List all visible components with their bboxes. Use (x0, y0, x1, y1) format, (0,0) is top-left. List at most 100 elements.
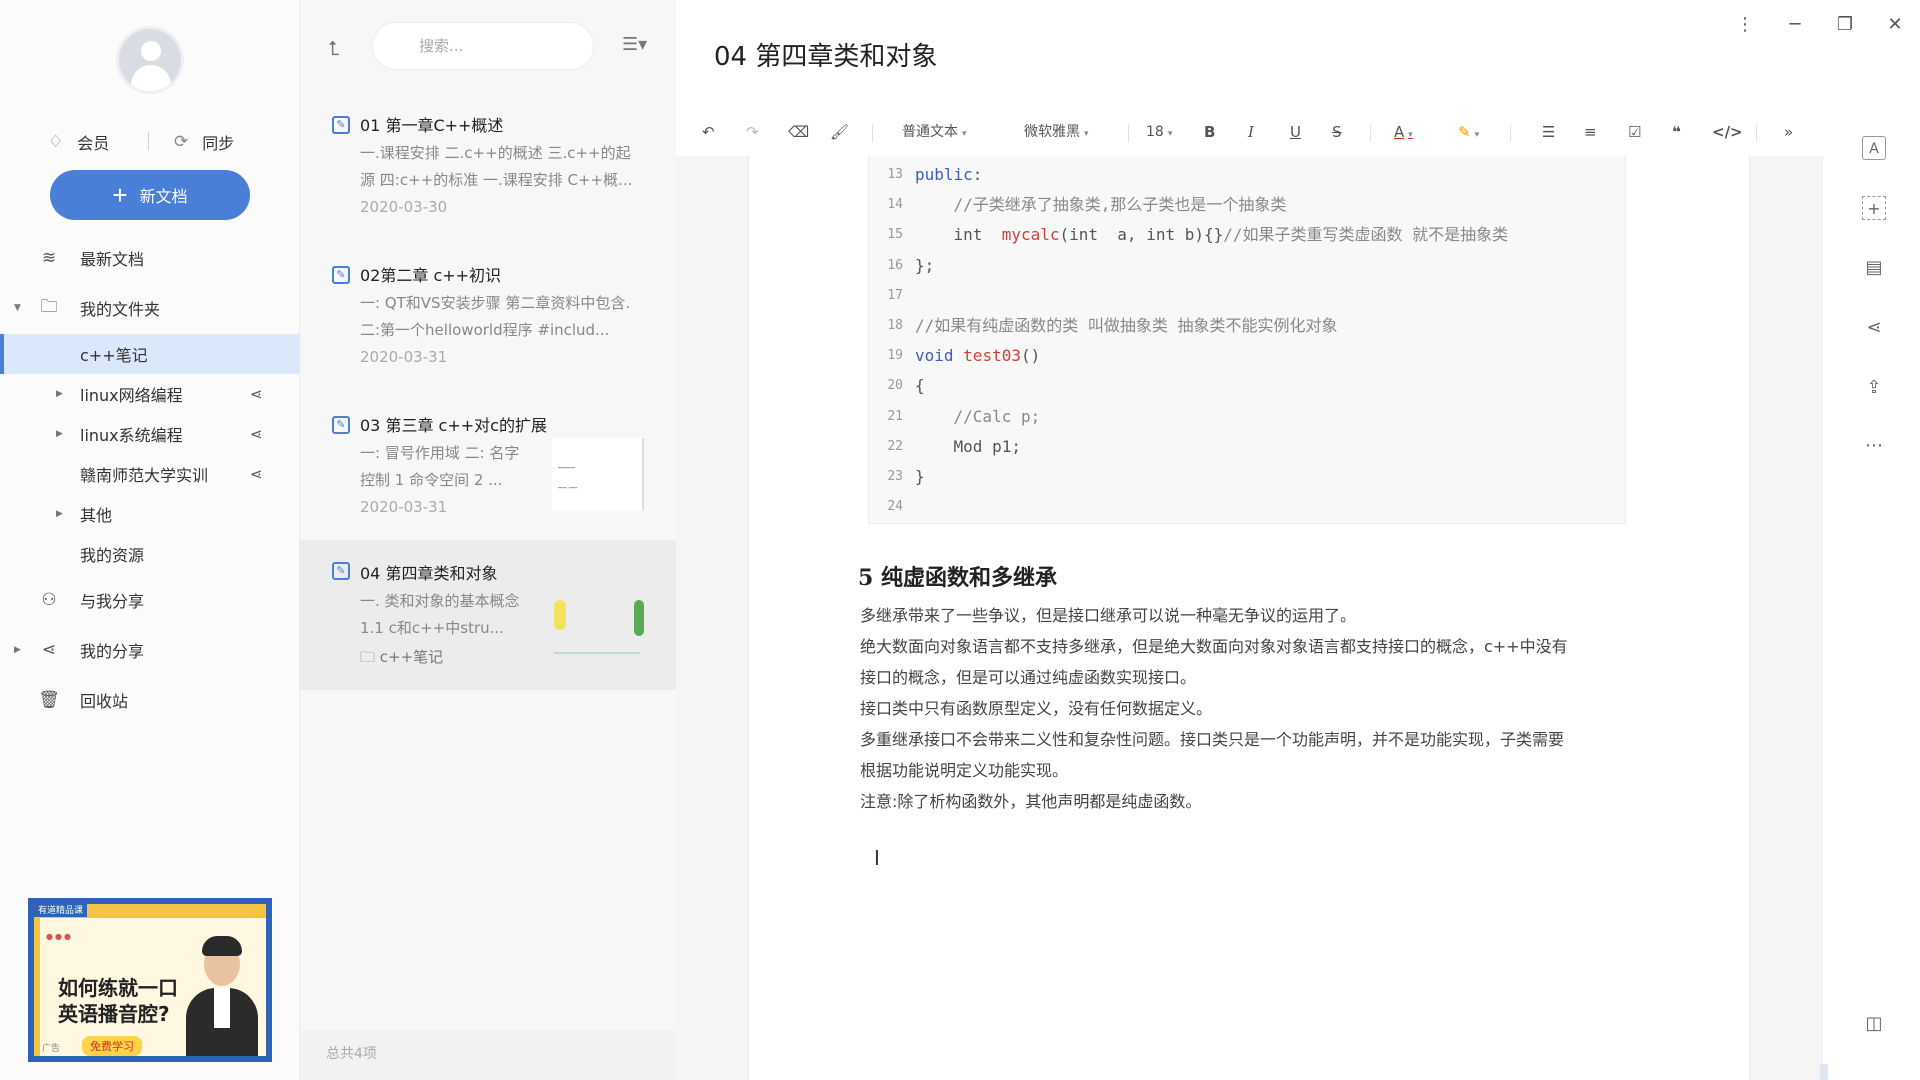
more-vertical-icon[interactable]: ⋮ (1730, 10, 1760, 40)
sidebar-item-shared-with-me[interactable]: ⚇ 与我分享 (0, 580, 300, 620)
sidebar-item-label: c++笔记 (80, 346, 148, 365)
caret-right-icon[interactable]: ▶ (56, 429, 63, 439)
note-thumbnail (552, 590, 644, 662)
sidebar-item-my-folder[interactable]: ▼ 🗀 我的文件夹 (0, 288, 300, 328)
note-icon: ✎ (332, 116, 350, 134)
font-size-select[interactable]: 18 ▾ (1146, 112, 1172, 152)
note-folder: 🗀 c++笔记 (360, 646, 443, 672)
paragraph[interactable]: 多继承带来了一些争议，但是接口继承可以说一种毫无争议的运用了。 (860, 602, 1356, 626)
line-number: 17 (887, 287, 903, 303)
font-color-icon[interactable]: A ▾ (1394, 112, 1413, 152)
document-title[interactable]: 04 第四章类和对象 (714, 36, 937, 73)
paragraph[interactable]: 绝大数面向对象语言都不支持多继承，但是绝大数面向对象对象语言都支持接口的概念，c… (860, 633, 1568, 657)
code-text: { (915, 376, 925, 396)
caret-down-icon[interactable]: ▼ (14, 303, 21, 313)
line-number: 19 (887, 348, 903, 364)
sidebar-item-gnnu[interactable]: 赣南师范大学实训 ⋖ (0, 454, 300, 494)
sidebar-item-trash[interactable]: 🗑 回收站 (0, 680, 300, 720)
paragraph[interactable]: 注意:除了析构函数外，其他声明都是纯虚函数。 (860, 788, 1201, 812)
export-icon[interactable]: ⇪ (1862, 376, 1886, 400)
font-family-select[interactable]: 微软雅黑 ▾ (1024, 112, 1089, 152)
code-text: //Calc p; (953, 406, 1041, 426)
toolbar-divider (872, 124, 873, 142)
sidebar-toggle-icon[interactable]: ◫ (1862, 1012, 1886, 1036)
line-number: 13 (887, 167, 903, 182)
underline-icon[interactable]: U (1290, 112, 1301, 152)
paragraph[interactable]: 接口类中只有函数原型定义，没有任何数据定义。 (860, 695, 1212, 719)
undo-icon[interactable]: ↶ (702, 112, 715, 152)
sidebar-item-my-resources[interactable]: 我的资源 (0, 534, 300, 574)
highlight-icon[interactable]: ✎ ▾ (1458, 112, 1479, 152)
bullet-list-icon[interactable]: ☰ (1542, 112, 1555, 152)
italic-icon[interactable]: I (1248, 112, 1254, 152)
restore-icon[interactable]: ❐ (1830, 10, 1860, 40)
redo-icon[interactable]: ↷ (746, 112, 759, 152)
text-format-icon[interactable]: A (1862, 136, 1886, 160)
bold-icon[interactable]: B (1204, 112, 1215, 152)
folder-icon: 🗀 (40, 296, 58, 317)
chevron-down-icon: ▾ (1167, 129, 1173, 139)
paragraph[interactable]: 根据功能说明定义功能实现。 (860, 757, 1068, 781)
strikethrough-icon[interactable]: S (1332, 112, 1342, 152)
list-item[interactable]: ✎ 01 第一章C++概述 一.课程安排 二.c++的概述 三.c++的起源 四… (300, 100, 676, 250)
sidebar-item-recent[interactable]: ≋ 最新文档 (0, 238, 300, 278)
note-title: 01 第一章C++概述 (360, 116, 504, 135)
more-horizontal-icon[interactable]: ⋯ (1862, 434, 1886, 458)
add-block-icon[interactable]: + (1862, 196, 1886, 220)
paragraph[interactable]: 多重继承接口不会带来二义性和复杂性问题。接口类只是一个功能声明，并不是功能实现，… (860, 726, 1564, 750)
paragraph[interactable]: 接口的概念，但是可以通过纯虚函数实现接口。 (860, 664, 1196, 688)
toolbar-divider (1510, 124, 1511, 142)
numbered-list-icon[interactable]: ≡ (1584, 112, 1597, 152)
back-up-icon[interactable]: ⮤ (328, 36, 340, 60)
search-input[interactable]: 搜索... (372, 22, 594, 70)
ad-banner[interactable]: 有道精品课 ●●● 如何练就一口 英语播音腔? 免费学习 广告 (28, 898, 272, 1062)
list-view-menu-icon[interactable]: ☰▾ (622, 34, 647, 55)
toolbar-divider (1756, 124, 1757, 142)
caret-right-icon[interactable]: ▶ (14, 645, 21, 655)
line-number: 14 (887, 197, 903, 213)
plus-icon: + (112, 180, 128, 210)
line-number: 16 (887, 257, 903, 273)
sidebar-item-linux-net[interactable]: ▶ linux网络编程 ⋖ (0, 374, 300, 414)
section-heading[interactable]: 5 纯虚函数和多继承 (858, 560, 1057, 592)
share-icon[interactable]: ⋖ (250, 465, 263, 483)
code-icon[interactable]: </> (1712, 112, 1743, 152)
outline-icon[interactable]: ▤ (1862, 256, 1886, 280)
more-tools-icon[interactable]: » (1784, 112, 1793, 152)
sync-label: 同步 (202, 134, 235, 153)
checkbox-icon[interactable]: ☑ (1628, 112, 1641, 152)
sidebar-item-linux-sys[interactable]: ▶ linux系统编程 ⋖ (0, 414, 300, 454)
code-text: } (915, 467, 925, 486)
list-item-selected[interactable]: ✎ 04 第四章类和对象 一. 类和对象的基本概念 1.1 c和c++中stru… (300, 540, 676, 690)
avatar[interactable] (116, 26, 184, 94)
code-block[interactable]: 13 public: 14 //子类继承了抽象类,那么子类也是一个抽象类 15 int… (868, 156, 1626, 524)
format-painter-icon[interactable]: 🖌 (830, 112, 849, 152)
share-icon[interactable]: ⋖ (1862, 316, 1886, 340)
paragraph-style-select[interactable]: 普通文本 ▾ (902, 112, 967, 152)
sync-button[interactable]: ⟳ 同步 (174, 130, 234, 154)
app-window: ♢ 会员 ⟳ 同步 + 新文档 ≋ 最新文档 ▼ 🗀 我的文件夹 c++笔记 ▶… (0, 0, 1920, 1080)
ad-content: ●●● 如何练就一口 英语播音腔? 免费学习 广告 (40, 918, 266, 1056)
ad-cta-button[interactable]: 免费学习 (82, 1036, 142, 1056)
right-rail (1822, 156, 1920, 1080)
note-date: 2020-03-31 (360, 348, 448, 366)
minimize-icon[interactable]: ─ (1780, 10, 1810, 40)
new-document-button[interactable]: + 新文档 (50, 170, 250, 220)
code-text: //子类继承了抽象类,那么子类也是一个抽象类 (953, 195, 1287, 215)
list-item[interactable]: ✎ 02第二章 c++初识 一: QT和VS安装步骤 第二章资料中包含. 二:第… (300, 250, 676, 400)
member-label: 会员 (77, 134, 110, 153)
eraser-icon[interactable]: ⌫ (788, 112, 809, 152)
scrollbar[interactable] (1820, 1064, 1828, 1080)
share-icon[interactable]: ⋖ (250, 385, 263, 403)
sidebar-item-label: 最新文档 (80, 250, 145, 269)
caret-right-icon[interactable]: ▶ (56, 509, 63, 519)
close-icon[interactable]: ✕ (1880, 10, 1910, 40)
sidebar-item-other[interactable]: ▶ 其他 (0, 494, 300, 534)
sidebar-item-my-shares[interactable]: ▶ ⋖ 我的分享 (0, 630, 300, 670)
share-icon[interactable]: ⋖ (250, 425, 263, 443)
sidebar-item-cpp-notes[interactable]: c++笔记 (0, 334, 300, 374)
list-item[interactable]: ✎ 03 第三章 c++对c的扩展 一: 冒号作用域 二: 名字控制 1 命令空… (300, 400, 676, 550)
caret-right-icon[interactable]: ▶ (56, 389, 63, 399)
quote-icon[interactable]: ❝ (1672, 112, 1681, 152)
member-button[interactable]: ♢ 会员 (48, 130, 109, 154)
